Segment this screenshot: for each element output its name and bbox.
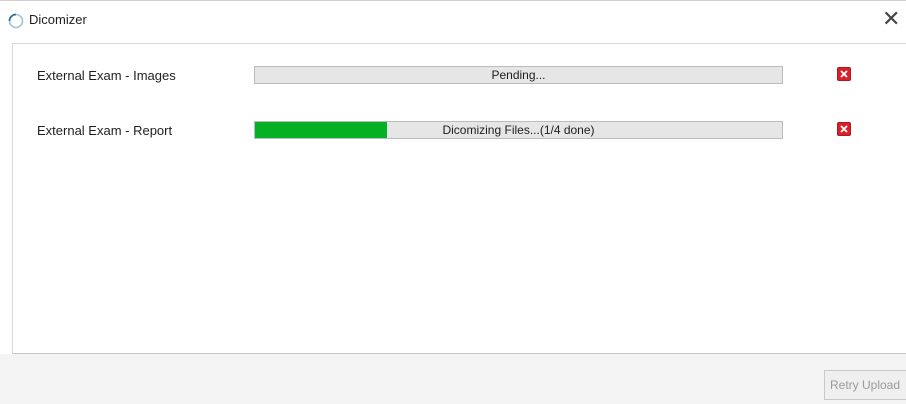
app-icon bbox=[8, 13, 24, 29]
remove-button[interactable] bbox=[837, 122, 851, 136]
close-icon[interactable]: ✕ bbox=[882, 5, 906, 35]
close-icon bbox=[840, 70, 848, 78]
item-label: External Exam - Report bbox=[37, 123, 173, 138]
progress-bar: Dicomizing Files...(1/4 done) bbox=[254, 121, 783, 139]
footer: Retry Upload bbox=[0, 354, 906, 404]
window-title: Dicomizer bbox=[29, 12, 87, 27]
title-bar: Dicomizer ✕ bbox=[0, 1, 906, 41]
remove-button[interactable] bbox=[837, 67, 851, 81]
retry-upload-button[interactable]: Retry Upload bbox=[824, 370, 906, 400]
dicomizer-window: Dicomizer ✕ External Exam - Images Pendi… bbox=[0, 0, 906, 404]
progress-status: Dicomizing Files...(1/4 done) bbox=[442, 123, 595, 137]
close-icon bbox=[840, 125, 848, 133]
upload-list: External Exam - Images Pending... Extern… bbox=[12, 43, 906, 354]
upload-row: External Exam - Images Pending... bbox=[13, 66, 906, 88]
progress-bar: Pending... bbox=[254, 66, 783, 84]
item-label: External Exam - Images bbox=[37, 68, 176, 83]
progress-status: Pending... bbox=[491, 68, 546, 82]
upload-row: External Exam - Report Dicomizing Files.… bbox=[13, 121, 906, 143]
left-edge bbox=[0, 41, 12, 354]
